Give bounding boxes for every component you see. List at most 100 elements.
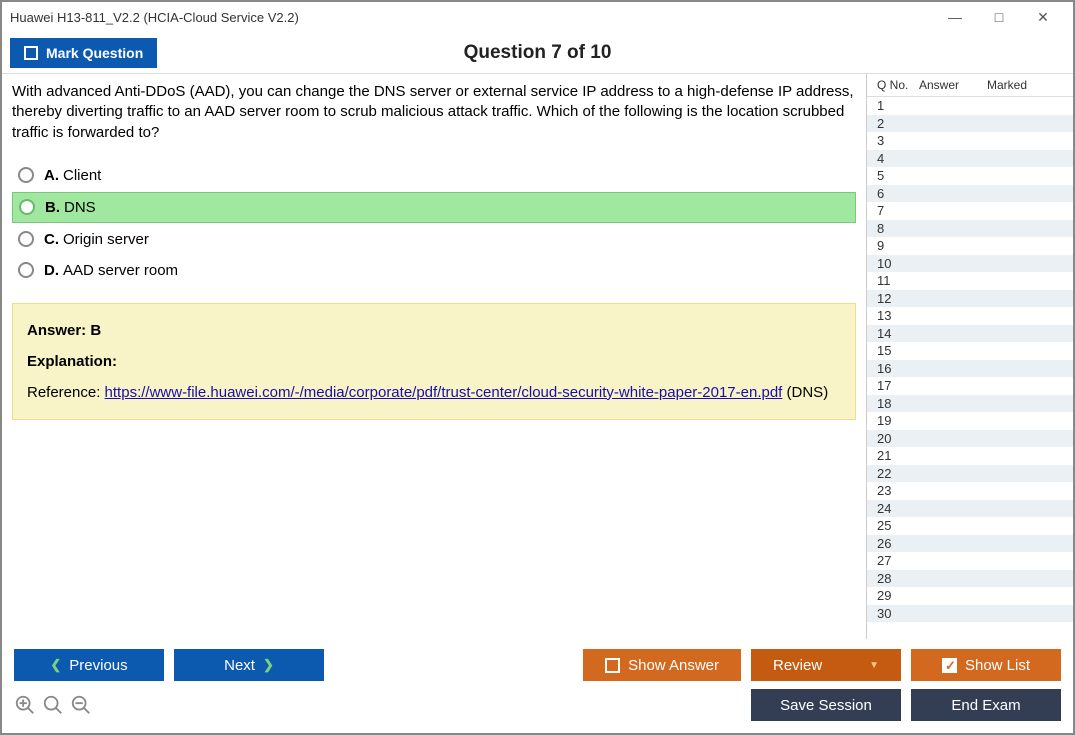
question-list-panel: Q No. Answer Marked 12345678910111213141… xyxy=(866,74,1073,639)
col-qno: Q No. xyxy=(877,78,919,92)
radio-icon xyxy=(18,262,34,278)
zoom-controls xyxy=(14,694,92,716)
minimize-button[interactable]: — xyxy=(933,3,977,31)
reference-line: Reference: https://www-file.huawei.com/-… xyxy=(27,384,841,401)
row-qno: 15 xyxy=(877,343,919,358)
question-list-row[interactable]: 30 xyxy=(867,605,1073,623)
chevron-left-icon: ❮ xyxy=(50,657,61,673)
show-list-button[interactable]: Show List xyxy=(911,649,1061,681)
zoom-reset-icon[interactable] xyxy=(42,694,64,716)
question-list-row[interactable]: 6 xyxy=(867,185,1073,203)
bottombar2: Save Session End Exam xyxy=(2,685,1073,733)
question-list-row[interactable]: 20 xyxy=(867,430,1073,448)
row-qno: 29 xyxy=(877,588,919,603)
review-button[interactable]: Review ▼ xyxy=(751,649,901,681)
row-qno: 4 xyxy=(877,151,919,166)
maximize-button[interactable]: □ xyxy=(977,3,1021,31)
zoom-in-icon[interactable] xyxy=(14,694,36,716)
question-list-row[interactable]: 9 xyxy=(867,237,1073,255)
option-a[interactable]: A. Client xyxy=(12,161,856,190)
question-list-row[interactable]: 12 xyxy=(867,290,1073,308)
question-list-row[interactable]: 7 xyxy=(867,202,1073,220)
question-list-row[interactable]: 5 xyxy=(867,167,1073,185)
row-qno: 27 xyxy=(877,553,919,568)
question-list-row[interactable]: 14 xyxy=(867,325,1073,343)
answer-line: Answer: B xyxy=(27,322,841,339)
row-qno: 30 xyxy=(877,606,919,621)
question-list-row[interactable]: 25 xyxy=(867,517,1073,535)
question-list[interactable]: 1234567891011121314151617181920212223242… xyxy=(867,97,1073,639)
question-list-row[interactable]: 22 xyxy=(867,465,1073,483)
question-list-row[interactable]: 3 xyxy=(867,132,1073,150)
checkbox-checked-icon xyxy=(942,658,957,673)
question-list-row[interactable]: 13 xyxy=(867,307,1073,325)
reference-link[interactable]: https://www-file.huawei.com/-/media/corp… xyxy=(105,384,783,401)
question-list-row[interactable]: 1 xyxy=(867,97,1073,115)
show-answer-button[interactable]: Show Answer xyxy=(583,649,741,681)
window-controls: — □ ✕ xyxy=(933,3,1065,31)
end-exam-label: End Exam xyxy=(951,697,1020,714)
question-content: With advanced Anti-DDoS (AAD), you can c… xyxy=(2,74,866,639)
mark-question-label: Mark Question xyxy=(46,45,143,61)
caret-down-icon: ▼ xyxy=(869,660,879,671)
col-answer: Answer xyxy=(919,78,987,92)
question-list-row[interactable]: 27 xyxy=(867,552,1073,570)
explanation-label: Explanation: xyxy=(27,353,841,370)
row-qno: 24 xyxy=(877,501,919,516)
question-list-row[interactable]: 10 xyxy=(867,255,1073,273)
radio-icon xyxy=(18,167,34,183)
question-list-row[interactable]: 8 xyxy=(867,220,1073,238)
question-list-row[interactable]: 24 xyxy=(867,500,1073,518)
question-text: With advanced Anti-DDoS (AAD), you can c… xyxy=(12,82,856,143)
option-text: DNS xyxy=(64,199,96,216)
app-window: Huawei H13-811_V2.2 (HCIA-Cloud Service … xyxy=(0,0,1075,735)
question-list-row[interactable]: 15 xyxy=(867,342,1073,360)
option-b[interactable]: B. DNS xyxy=(12,192,856,223)
row-qno: 20 xyxy=(877,431,919,446)
question-heading: Question 7 of 10 xyxy=(464,42,612,64)
row-qno: 25 xyxy=(877,518,919,533)
reference-prefix: Reference: xyxy=(27,384,105,401)
option-d[interactable]: D. AAD server room xyxy=(12,256,856,285)
main-area: With advanced Anti-DDoS (AAD), you can c… xyxy=(2,74,1073,639)
row-qno: 19 xyxy=(877,413,919,428)
question-list-row[interactable]: 26 xyxy=(867,535,1073,553)
previous-button[interactable]: ❮ Previous xyxy=(14,649,164,681)
row-qno: 11 xyxy=(877,273,919,288)
show-answer-label: Show Answer xyxy=(628,657,719,674)
question-list-row[interactable]: 2 xyxy=(867,115,1073,133)
option-letter: D. xyxy=(44,262,59,279)
next-button[interactable]: Next ❯ xyxy=(174,649,324,681)
row-qno: 1 xyxy=(877,98,919,113)
question-list-row[interactable]: 17 xyxy=(867,377,1073,395)
row-qno: 5 xyxy=(877,168,919,183)
question-list-row[interactable]: 4 xyxy=(867,150,1073,168)
show-list-label: Show List xyxy=(965,657,1030,674)
row-qno: 6 xyxy=(877,186,919,201)
topbar: Mark Question Question 7 of 10 xyxy=(2,32,1073,74)
question-list-row[interactable]: 19 xyxy=(867,412,1073,430)
question-list-header: Q No. Answer Marked xyxy=(867,74,1073,97)
row-qno: 16 xyxy=(877,361,919,376)
mark-question-button[interactable]: Mark Question xyxy=(10,38,157,68)
radio-icon xyxy=(19,199,35,215)
row-qno: 17 xyxy=(877,378,919,393)
radio-icon xyxy=(18,231,34,247)
question-list-row[interactable]: 29 xyxy=(867,587,1073,605)
save-session-button[interactable]: Save Session xyxy=(751,689,901,721)
option-c[interactable]: C. Origin server xyxy=(12,225,856,254)
checkbox-icon xyxy=(24,46,38,60)
question-list-row[interactable]: 18 xyxy=(867,395,1073,413)
question-list-row[interactable]: 23 xyxy=(867,482,1073,500)
question-list-row[interactable]: 21 xyxy=(867,447,1073,465)
option-letter: C. xyxy=(44,231,59,248)
row-qno: 21 xyxy=(877,448,919,463)
question-list-row[interactable]: 28 xyxy=(867,570,1073,588)
close-button[interactable]: ✕ xyxy=(1021,3,1065,31)
row-qno: 14 xyxy=(877,326,919,341)
zoom-out-icon[interactable] xyxy=(70,694,92,716)
end-exam-button[interactable]: End Exam xyxy=(911,689,1061,721)
question-list-row[interactable]: 11 xyxy=(867,272,1073,290)
row-qno: 2 xyxy=(877,116,919,131)
question-list-row[interactable]: 16 xyxy=(867,360,1073,378)
